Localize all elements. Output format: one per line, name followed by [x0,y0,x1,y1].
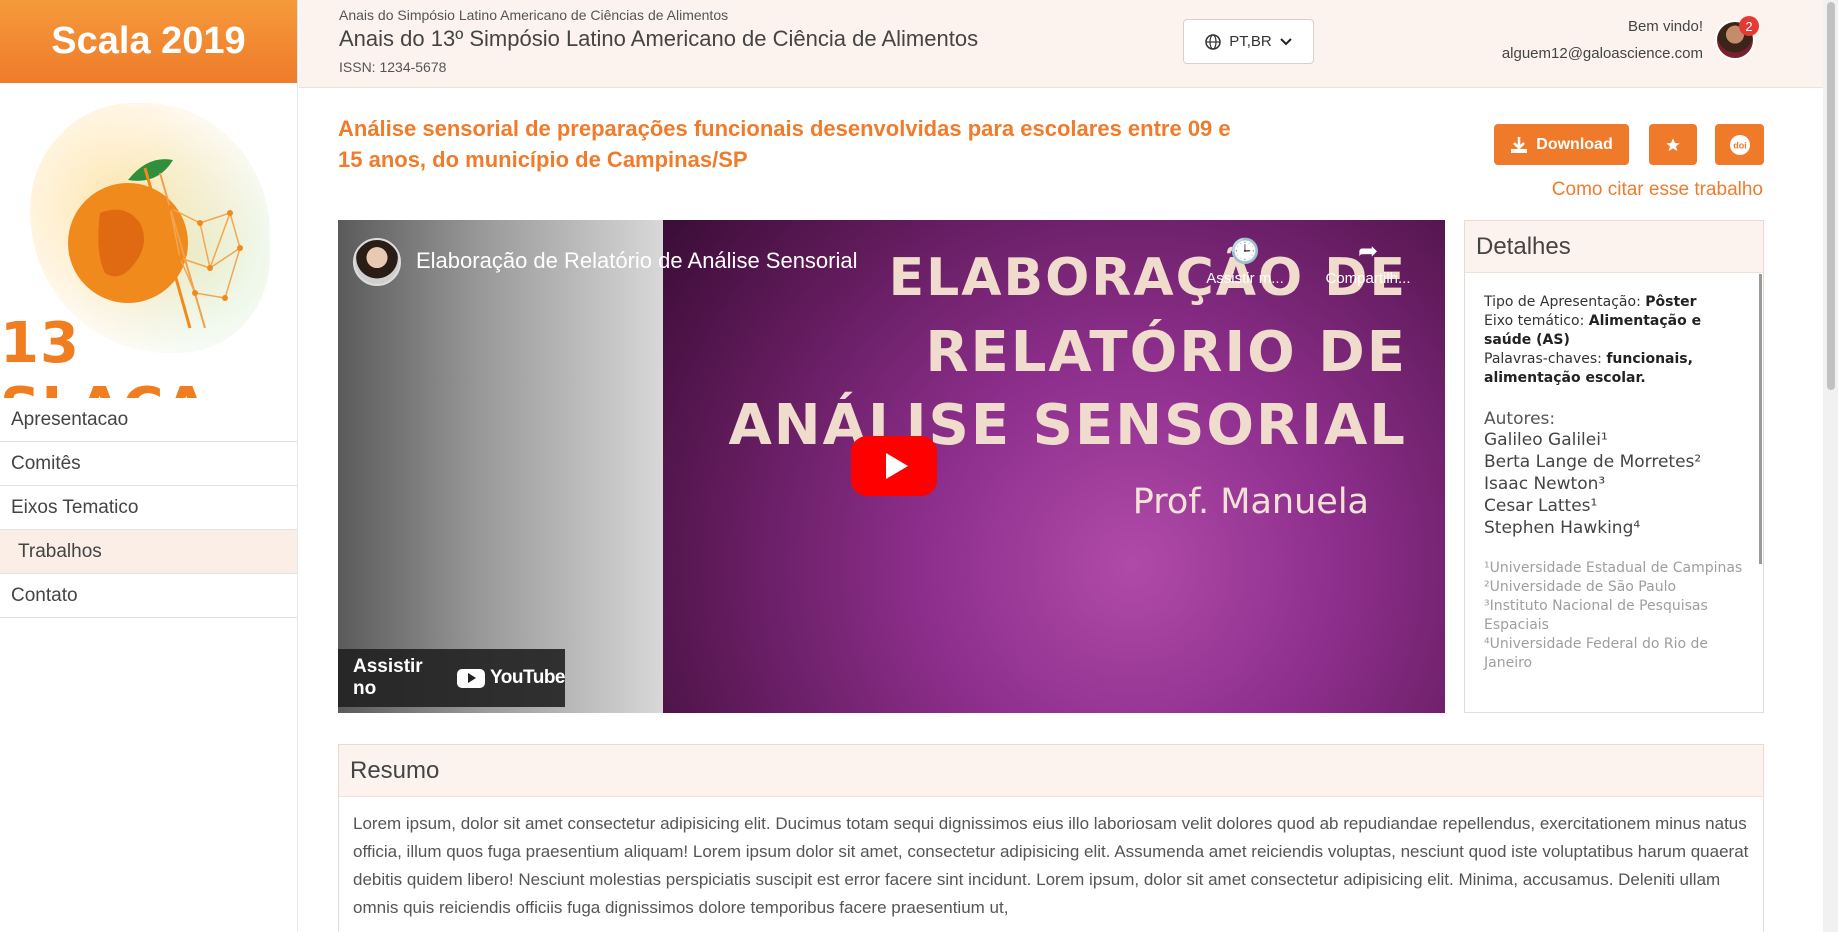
language-value: PT,BR [1229,33,1272,50]
affiliation-item: ⁴Universidade Federal do Rio de Janeiro [1484,636,1708,671]
issn-label: ISSN: 1234-5678 [339,59,447,75]
paper-title: Análise sensorial de preparações funcion… [338,116,1231,172]
download-button[interactable]: Download [1494,124,1629,165]
doi-icon: doi [1729,134,1750,155]
author-item: Isaac Newton³ [1484,474,1606,494]
author-item: Galileo Galilei¹ [1484,430,1608,450]
share-label: Compartilh... [1325,270,1411,287]
notification-badge[interactable]: 2 [1739,16,1759,36]
event-subtitle: Anais do Simpósio Latino Americano de Ci… [339,7,729,23]
affiliation-item: ¹Universidade Estadual de Campinas [1484,560,1743,576]
slide-line-2: RELATÓRIO DE [925,320,1407,385]
abstract-heading: Resumo [339,745,1763,797]
channel-avatar[interactable] [353,238,401,286]
play-icon [885,453,908,479]
event-logo: 13 SLACA [0,83,297,398]
abstract-text: Lorem ipsum, dolor sit amet consectetur … [353,814,1749,917]
details-body: Tipo de Apresentação: Pôster Eixo temáti… [1465,273,1763,673]
authors-label: Autores: [1484,409,1556,429]
sidebar-item-comites[interactable]: Comitês [0,442,297,486]
thematic-axis: Eixo temático: Alimentação e saúde (AS) [1484,312,1743,350]
page-scrollbar[interactable] [1823,0,1838,932]
watch-on-label: Assistir no [353,656,423,699]
youtube-wordmark: YouTube [490,667,565,688]
language-selector[interactable]: PT,BR [1183,19,1314,64]
presentation-type-label: Tipo de Apresentação: [1484,294,1641,310]
welcome-text: Bem vindo! [1627,18,1703,35]
youtube-icon [457,668,486,688]
video-slide: ELABORAÇÃO DE RELATÓRIO DE ANÁLISE SENSO… [663,220,1445,713]
svg-text:doi: doi [1733,140,1747,150]
star-icon [1666,137,1680,151]
scrollbar-thumb[interactable] [1827,2,1835,390]
sidebar-item-trabalhos[interactable]: Trabalhos [0,530,297,574]
presentation-type-value: Pôster [1645,294,1697,310]
play-button[interactable] [851,436,937,496]
details-panel: Detalhes Tipo de Apresentação: Pôster Ei… [1464,220,1764,713]
favorite-button[interactable] [1649,124,1697,165]
share-button[interactable]: ➦ Compartilh... [1313,238,1423,287]
event-title: Anais do 13º Simpósio Latino Americano d… [339,26,979,51]
watch-later-label: Assistir m... [1206,270,1284,287]
slide-line-4: Prof. Manuela [1132,482,1369,522]
affiliation-item: ³Instituto Nacional de Pesquisas Espacia… [1484,598,1708,633]
user-email[interactable]: alguem12@galoascience.com [1502,45,1703,62]
video-left-panel [338,220,663,713]
globe-icon [1205,33,1221,50]
sidebar-item-apresentacao[interactable]: Apresentacao [0,398,297,442]
sidebar-item-contato[interactable]: Contato [0,574,297,618]
details-scrollbar[interactable] [1759,274,1762,564]
slide-line-3: ANÁLISE SENSORIAL [728,393,1407,458]
sidebar-item-eixos-tematico[interactable]: Eixos Tematico [0,486,297,530]
doi-button[interactable]: doi [1715,124,1764,165]
sidebar: Scala 2019 13 SLACA Apresentacao Comit [0,0,298,932]
watch-on-youtube-button[interactable]: Assistir no YouTube [338,649,565,707]
brand-title[interactable]: Scala 2019 [0,0,297,83]
clock-icon: 🕒 [1230,238,1260,265]
author-item: Berta Lange de Morretes² [1484,452,1702,472]
thematic-axis-label: Eixo temático: [1484,313,1585,329]
keywords-label: Palavras-chaves: [1484,351,1602,367]
orange-globe-icon [68,159,243,329]
cite-link[interactable]: Como citar esse trabalho [1552,179,1763,201]
youtube-logo: YouTube [457,667,565,689]
download-label: Download [1536,135,1613,153]
author-item: Stephen Hawking⁴ [1484,518,1641,538]
share-icon: ➦ [1357,238,1379,265]
download-icon [1511,136,1528,153]
video-player[interactable]: ELABORAÇÃO DE RELATÓRIO DE ANÁLISE SENSO… [338,220,1445,713]
logo-text: 13 SLACA [0,311,208,398]
watch-later-button[interactable]: 🕒 Assistir m... [1190,238,1300,287]
chevron-down-icon [1280,37,1292,45]
keywords: Palavras-chaves: funcionais, alimentação… [1484,350,1743,388]
affiliation-item: ²Universidade de São Paulo [1484,579,1677,595]
sidebar-nav: Apresentacao Comitês Eixos Tematico Trab… [0,398,297,618]
video-title[interactable]: Elaboração de Relatório de Análise Senso… [416,248,858,274]
affiliations: ¹Universidade Estadual de Campinas ²Univ… [1484,559,1743,673]
abstract-panel: Resumo Lorem ipsum, dolor sit amet conse… [338,744,1764,932]
presentation-type: Tipo de Apresentação: Pôster [1484,293,1743,312]
top-header: Anais do Simpósio Latino Americano de Ci… [299,0,1823,88]
details-heading: Detalhes [1465,221,1763,273]
author-item: Cesar Lattes¹ [1484,496,1598,516]
